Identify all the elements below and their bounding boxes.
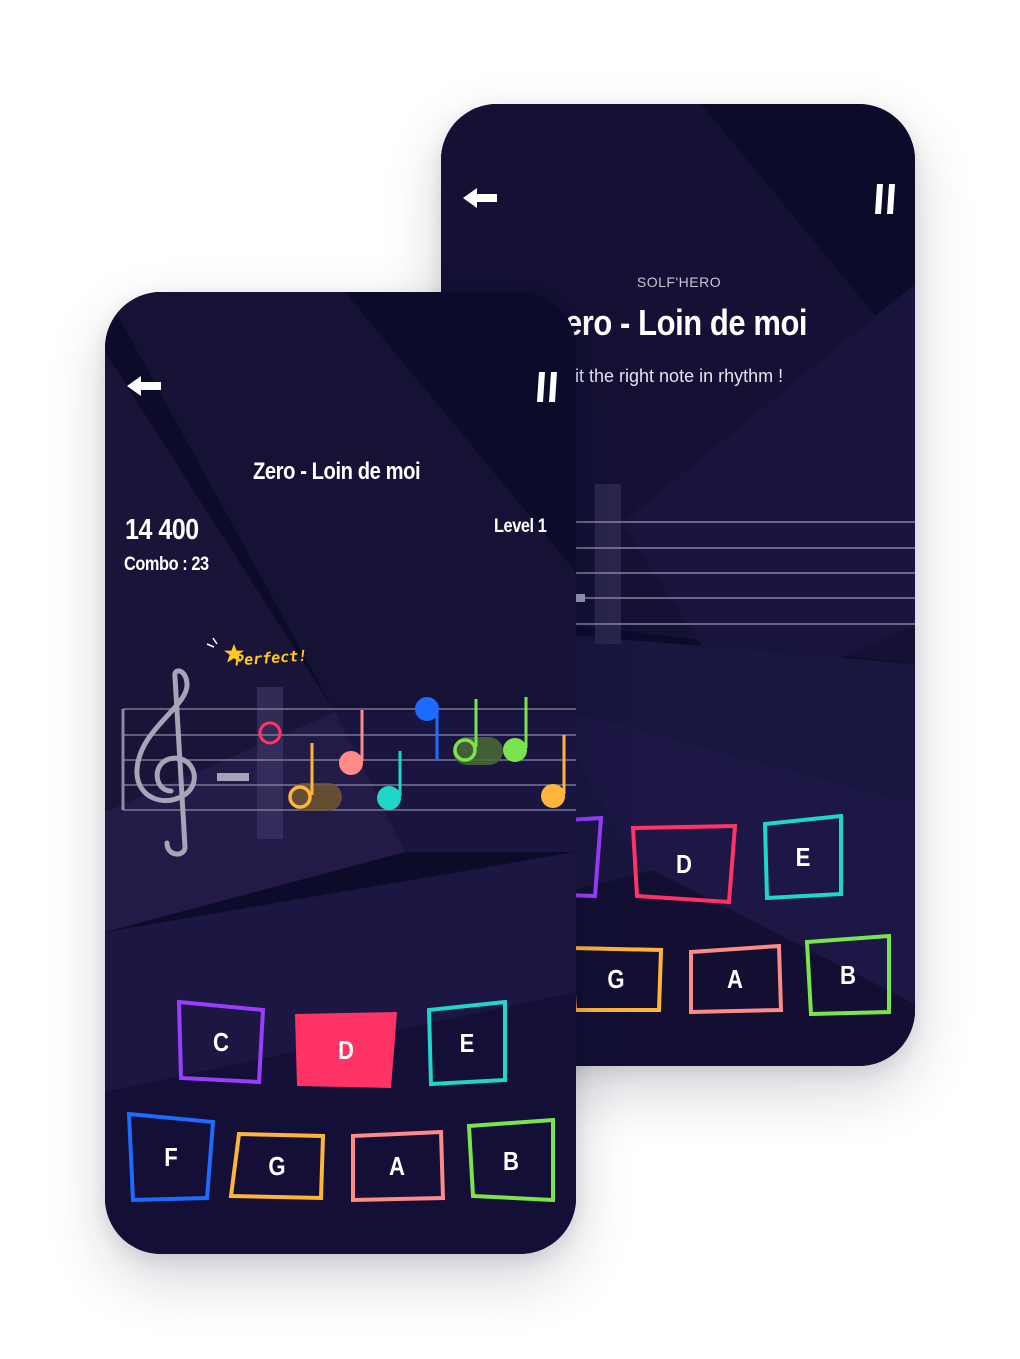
key-c[interactable]: C	[175, 998, 267, 1086]
music-staff	[121, 668, 576, 857]
pause-icon	[537, 372, 557, 402]
instruction-text: it the right note in rhythm !	[575, 366, 784, 386]
key-f[interactable]: F	[125, 1110, 217, 1204]
back-button[interactable]	[461, 184, 501, 212]
key-label: B	[840, 959, 856, 990]
key-label: E	[795, 841, 811, 872]
combo: Combo : 23	[124, 554, 209, 575]
back-arrow-icon	[127, 376, 161, 396]
key-b[interactable]: B	[465, 1118, 557, 1204]
key-label: C	[213, 1026, 229, 1057]
pause-button[interactable]	[873, 182, 897, 216]
key-e-back[interactable]: E	[761, 814, 845, 900]
key-label: D	[338, 1034, 354, 1065]
key-label: B	[503, 1145, 519, 1176]
level: Level 1	[494, 516, 547, 537]
key-label: A	[727, 963, 743, 994]
app-name: SOLF'HERO	[636, 274, 722, 290]
key-label: F	[164, 1141, 178, 1172]
key-d-back[interactable]: D	[629, 824, 739, 904]
key-d-pressed[interactable]: D	[293, 1010, 399, 1090]
key-label: A	[389, 1150, 405, 1181]
pause-button[interactable]	[535, 370, 559, 404]
key-e[interactable]: E	[425, 1000, 509, 1086]
song-title: Zero - Loin de moi	[253, 458, 421, 485]
back-button[interactable]	[125, 372, 165, 400]
key-label: E	[459, 1027, 475, 1058]
key-g[interactable]: G	[227, 1130, 327, 1202]
key-a[interactable]: A	[349, 1130, 445, 1202]
back-arrow-icon	[463, 188, 497, 208]
treble-clef-icon	[134, 668, 197, 857]
key-g-back[interactable]: G	[567, 944, 665, 1014]
key-a-back[interactable]: A	[687, 944, 783, 1014]
front-phone-screen: Zero - Loin de moi 14 400 Combo : 23 Lev…	[105, 292, 576, 1254]
song-title: ero - Loin de moi	[565, 302, 808, 343]
pause-icon	[875, 184, 895, 214]
key-b-back[interactable]: B	[803, 934, 893, 1016]
key-label: G	[607, 963, 625, 994]
key-label: G	[268, 1150, 286, 1181]
score: 14 400	[125, 514, 199, 546]
key-label: D	[676, 848, 692, 879]
